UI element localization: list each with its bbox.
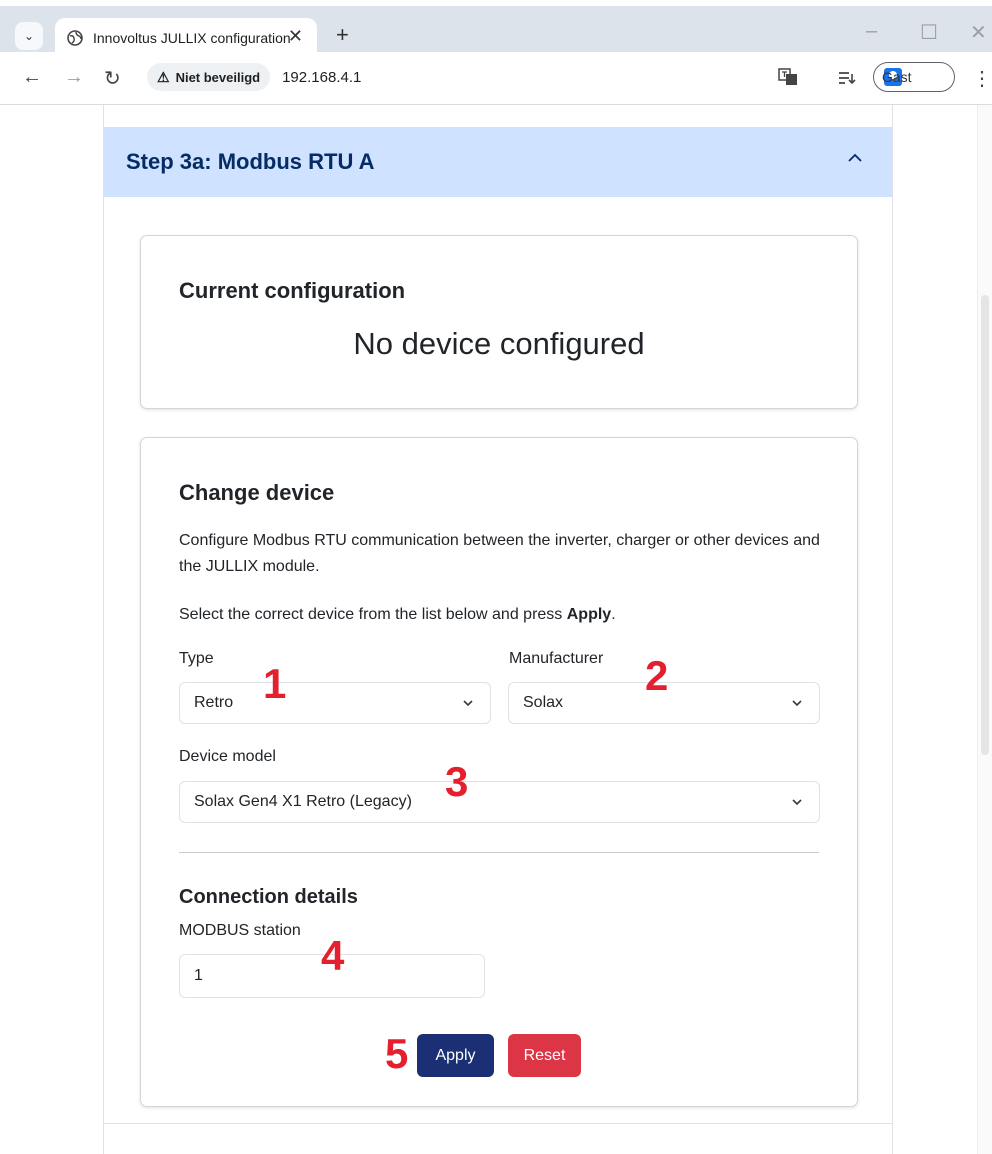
minimize-icon[interactable]: – [866, 20, 877, 43]
security-label: Niet beveiligd [175, 69, 261, 85]
annotation-marker-4: 4 [321, 932, 345, 979]
address-bar[interactable]: ⚠ Niet beveiligd 192.168.4.1 [145, 60, 815, 94]
annotation-marker-2: 2 [645, 652, 669, 699]
back-arrow-icon[interactable]: ← [22, 66, 42, 89]
tab-title: Innovoltus JULLIX configuration [93, 30, 291, 46]
scrollbar[interactable] [977, 105, 992, 1154]
browser-tab-bar: ⌄ Innovoltus JULLIX configuration ✕ + – … [0, 6, 992, 58]
menu-kebab-icon[interactable]: ⋮ [972, 66, 992, 91]
change-device-card: Change device Configure Modbus RTU commu… [140, 437, 858, 1107]
type-select-value: Retro [194, 694, 234, 711]
modbus-station-label: MODBUS station [179, 922, 301, 939]
warning-icon: ⚠ [157, 68, 170, 85]
page-content: Step 3a: Modbus RTU A Current configurat… [0, 105, 992, 1154]
chevron-down-icon [792, 700, 802, 707]
accordion-divider [104, 1123, 892, 1124]
globe-icon [67, 30, 83, 46]
type-select[interactable]: Retro [179, 682, 491, 724]
reset-button[interactable]: Reset [508, 1034, 581, 1077]
change-device-instruction: Select the correct device from the list … [179, 602, 829, 628]
configuration-status: No device configured [353, 326, 645, 361]
translate-icon[interactable] [778, 68, 798, 86]
reading-list-icon[interactable] [838, 70, 856, 86]
instruction-prefix: Select the correct device from the list … [179, 606, 567, 623]
security-chip[interactable]: ⚠ Niet beveiligd [147, 63, 271, 91]
forward-arrow-icon[interactable]: → [64, 66, 84, 89]
profile-label: Gast [882, 69, 912, 85]
device-model-select-value: Solax Gen4 X1 Retro (Legacy) [194, 793, 412, 810]
reload-icon[interactable]: ↻ [104, 66, 121, 91]
modbus-station-value: 1 [194, 967, 203, 984]
instruction-suffix: . [611, 606, 616, 623]
new-tab-icon[interactable]: + [336, 24, 349, 46]
maximize-icon[interactable]: ☐ [920, 20, 938, 45]
chevron-down-icon [792, 799, 802, 806]
annotation-marker-5: 5 [385, 1030, 409, 1077]
tab-search-dropdown-icon[interactable]: ⌄ [15, 22, 43, 50]
instruction-apply-word: Apply [566, 606, 612, 623]
current-configuration-card: Current configuration No device configur… [140, 235, 858, 409]
window-close-icon[interactable]: ✕ [970, 20, 987, 45]
url-text[interactable]: 192.168.4.1 [282, 69, 361, 86]
manufacturer-select-value: Solax [523, 694, 564, 711]
browser-toolbar: ← → ↻ ⚠ Niet beveiligd 192.168.4.1 Gast … [0, 52, 992, 105]
accordion-title: Step 3a: Modbus RTU A [126, 149, 375, 174]
chevron-down-icon [463, 700, 473, 707]
change-device-heading: Change device [179, 480, 335, 505]
change-device-description: Configure Modbus RTU communication betwe… [179, 532, 820, 575]
profile-button[interactable]: Gast [873, 62, 955, 92]
manufacturer-label: Manufacturer [509, 650, 604, 667]
device-model-select[interactable]: Solax Gen4 X1 Retro (Legacy) [179, 781, 820, 823]
connection-details-heading: Connection details [179, 886, 358, 908]
tab-close-icon[interactable]: ✕ [288, 26, 303, 47]
chevron-up-icon[interactable] [848, 151, 862, 165]
apply-button[interactable]: Apply [417, 1034, 494, 1077]
current-configuration-heading: Current configuration [179, 278, 406, 303]
annotation-marker-3: 3 [445, 758, 469, 805]
scrollbar-thumb[interactable] [981, 295, 989, 755]
accordion-header[interactable]: Step 3a: Modbus RTU A [104, 127, 892, 197]
type-label: Type [179, 650, 214, 667]
section-divider [179, 852, 819, 853]
annotation-marker-1: 1 [263, 660, 287, 707]
device-model-label: Device model [179, 748, 276, 765]
